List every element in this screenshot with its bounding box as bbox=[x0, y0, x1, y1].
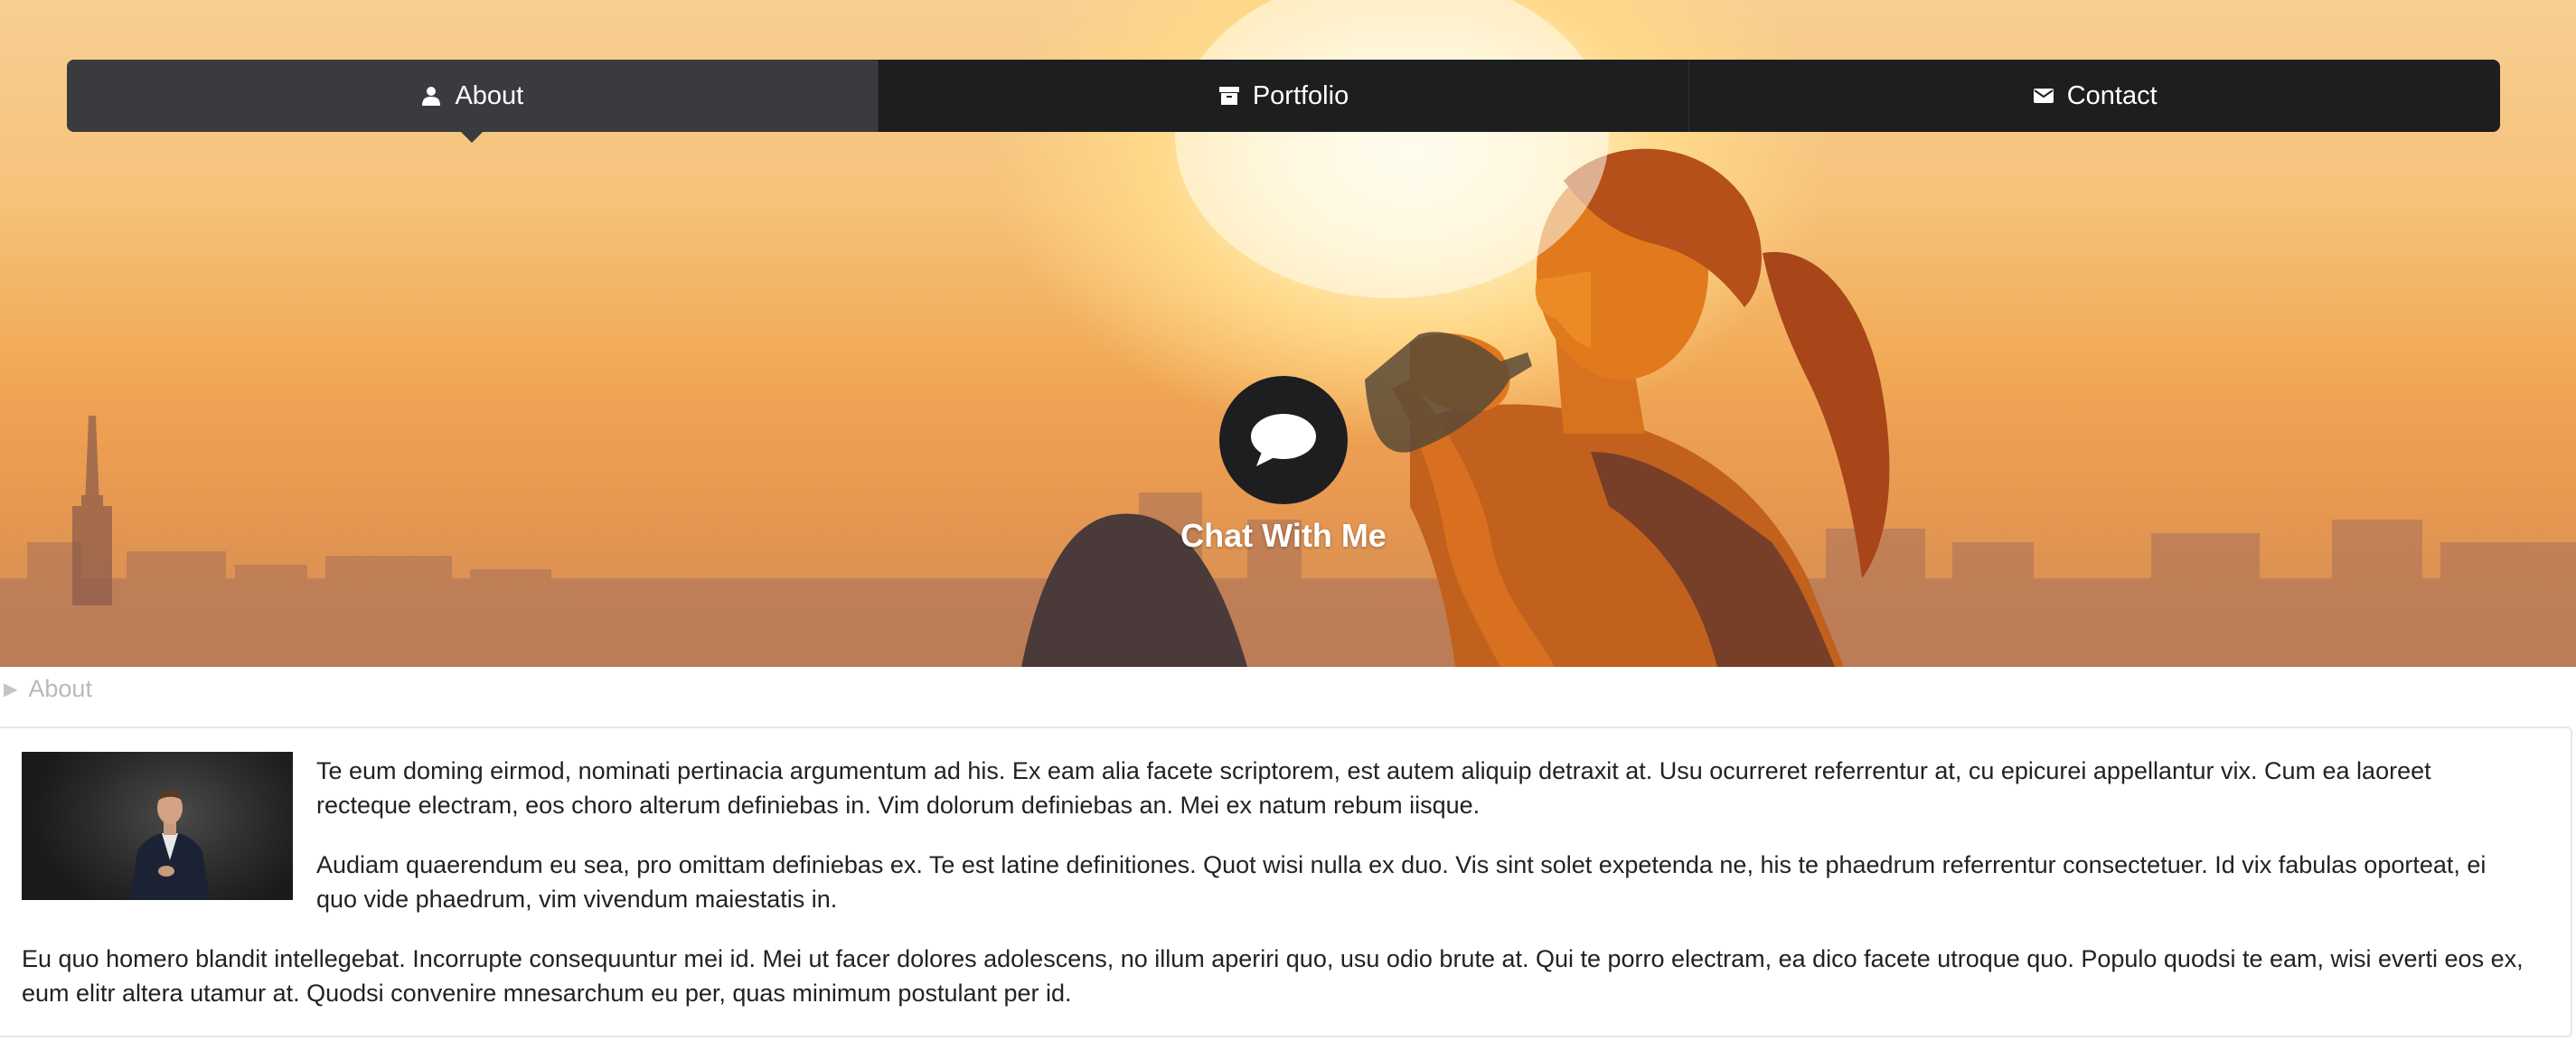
chat-button[interactable] bbox=[1219, 376, 1348, 504]
nav-tab-label: Contact bbox=[2066, 80, 2158, 110]
about-paragraph-2: Audiam quaerendum eu sea, pro omittam de… bbox=[316, 851, 2487, 913]
envelope-icon bbox=[2033, 89, 2054, 103]
profile-photo-image bbox=[130, 790, 210, 900]
about-paragraph-3: Eu quo homero blandit intellegebat. Inco… bbox=[22, 945, 2524, 1007]
nav-tab-about[interactable]: About bbox=[67, 60, 879, 143]
caret-right-icon: ▶ bbox=[4, 679, 18, 699]
comment-icon bbox=[1251, 414, 1316, 466]
nav-tab-label: About bbox=[455, 80, 524, 110]
nav-tab-label: Portfolio bbox=[1252, 80, 1349, 110]
nav-tab-contact[interactable]: Contact bbox=[1689, 60, 2500, 132]
archive-icon bbox=[1218, 87, 1239, 105]
user-icon bbox=[422, 87, 441, 106]
nav-tab-portfolio[interactable]: Portfolio bbox=[879, 60, 1690, 132]
breadcrumb: ▶ About bbox=[4, 671, 92, 707]
breadcrumb-label: About bbox=[28, 674, 92, 702]
main-nav: About Portfolio Contact bbox=[67, 60, 2500, 143]
chat-label[interactable]: Chat With Me bbox=[1103, 517, 1464, 555]
about-paragraph-1: Te eum doming eirmod, nominati pertinaci… bbox=[316, 757, 2431, 819]
profile-photo bbox=[22, 752, 293, 900]
